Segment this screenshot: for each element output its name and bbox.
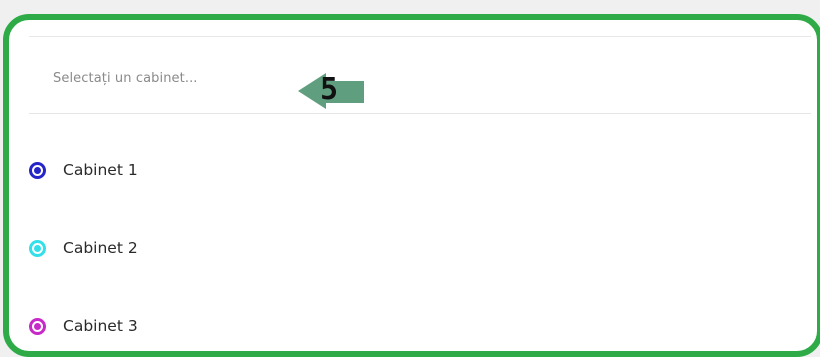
option-label: Cabinet 2	[63, 239, 138, 257]
option-label: Cabinet 1	[63, 161, 138, 179]
radio-icon[interactable]	[29, 317, 46, 335]
select-placeholder: Selectați un cabinet...	[53, 71, 198, 86]
radio-icon[interactable]	[29, 239, 46, 257]
cabinet-select-panel: Selectați un cabinet... 5 Cabinet 1 Cabi…	[3, 14, 820, 357]
option-cabinet-3[interactable]: Cabinet 3	[29, 309, 138, 343]
option-cabinet-1[interactable]: Cabinet 1	[29, 153, 138, 187]
radio-icon[interactable]	[29, 161, 46, 179]
option-label: Cabinet 3	[63, 317, 138, 335]
option-cabinet-2[interactable]: Cabinet 2	[29, 231, 138, 265]
step-number: 5	[320, 72, 339, 107]
step-arrow-icon: 5	[298, 70, 368, 112]
cabinet-select-field[interactable]: Selectați un cabinet... 5	[29, 36, 811, 114]
